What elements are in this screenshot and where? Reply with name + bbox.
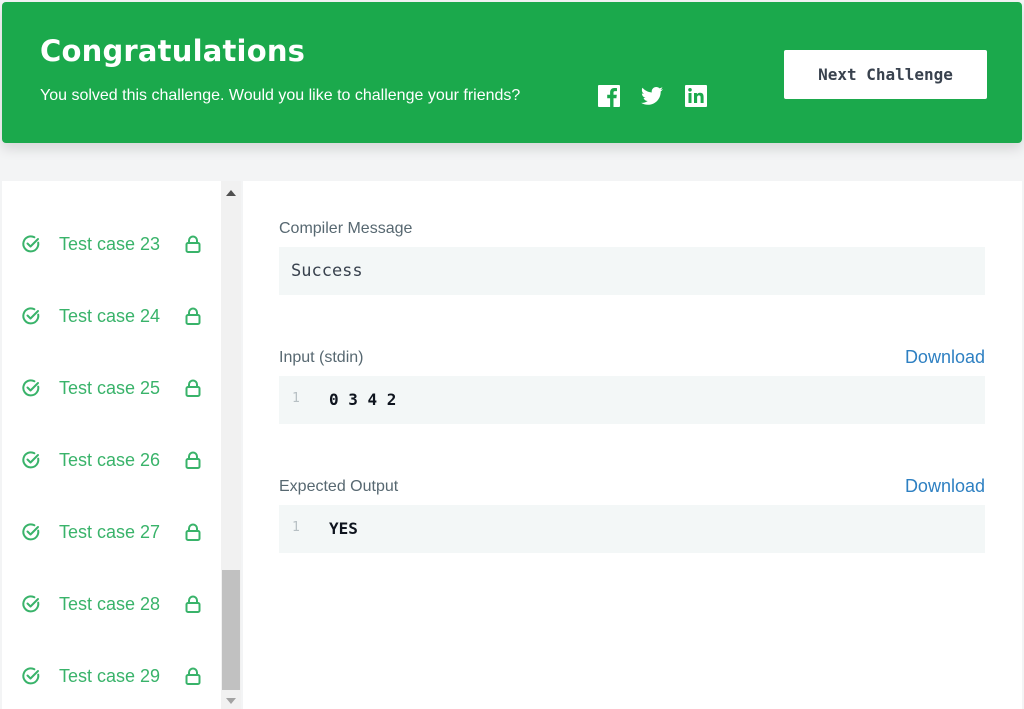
- lock-icon: [183, 378, 203, 398]
- congratulations-banner: Congratulations You solved this challeng…: [2, 2, 1022, 143]
- lock-icon: [183, 594, 203, 614]
- sidebar-scrollbar[interactable]: [221, 181, 241, 709]
- check-circle-icon: [21, 594, 41, 614]
- test-case-item[interactable]: Test case 29: [2, 656, 221, 696]
- test-case-item[interactable]: Test case 23: [2, 224, 221, 264]
- triangle-down-icon: [226, 698, 236, 704]
- expected-output-download-link[interactable]: Download: [905, 476, 985, 497]
- scroll-thumb[interactable]: [222, 570, 240, 690]
- expected-output-box: 1 YES: [279, 505, 985, 553]
- input-download-link[interactable]: Download: [905, 347, 985, 368]
- check-circle-icon: [21, 306, 41, 326]
- test-case-label: Test case 24: [59, 305, 161, 326]
- compiler-message-label: Compiler Message: [279, 220, 413, 237]
- test-case-item[interactable]: Test case 26: [2, 440, 221, 480]
- facebook-icon: [598, 85, 620, 107]
- check-circle-icon: [21, 522, 41, 542]
- scroll-down-button[interactable]: [221, 693, 241, 709]
- lock-icon: [183, 306, 203, 326]
- linkedin-icon: [685, 85, 707, 107]
- test-case-list: Test case 23 Test case 24 Test case 25 Test…: [2, 181, 221, 709]
- check-circle-icon: [21, 378, 41, 398]
- next-challenge-button[interactable]: Next Challenge: [784, 50, 987, 99]
- test-case-details: Compiler Message Success Input (stdin) D…: [243, 181, 1022, 709]
- test-case-label: Test case 26: [59, 449, 161, 470]
- test-case-item[interactable]: Test case 25: [2, 368, 221, 408]
- test-case-label: Test case 23: [59, 233, 161, 254]
- check-circle-icon: [21, 234, 41, 254]
- banner-subtitle: You solved this challenge. Would you lik…: [40, 87, 521, 104]
- test-case-label: Test case 25: [59, 377, 161, 398]
- check-circle-icon: [21, 666, 41, 686]
- test-case-item[interactable]: Test case 28: [2, 584, 221, 624]
- lock-icon: [183, 234, 203, 254]
- scroll-up-button[interactable]: [221, 185, 241, 201]
- test-case-label: Test case 27: [59, 521, 161, 542]
- test-case-item[interactable]: Test case 24: [2, 296, 221, 336]
- lock-icon: [183, 666, 203, 686]
- check-circle-icon: [21, 450, 41, 470]
- expected-output-value: YES: [329, 519, 358, 538]
- test-case-label: Test case 29: [59, 665, 161, 686]
- lock-icon: [183, 522, 203, 542]
- expected-output-label: Expected Output: [279, 478, 399, 495]
- lock-icon: [183, 450, 203, 470]
- compiler-message-box: Success: [279, 247, 985, 295]
- test-case-item[interactable]: Test case 27: [2, 512, 221, 552]
- facebook-share-button[interactable]: [597, 84, 621, 108]
- triangle-up-icon: [226, 190, 236, 196]
- input-line-number: 1: [292, 391, 300, 406]
- twitter-icon: [641, 87, 663, 105]
- twitter-share-button[interactable]: [640, 84, 664, 108]
- banner-title: Congratulations: [40, 34, 306, 68]
- test-case-label: Test case 28: [59, 593, 161, 614]
- compiler-message-value: Success: [291, 261, 363, 281]
- input-box: 1 0 3 4 2: [279, 376, 985, 424]
- input-label: Input (stdin): [279, 349, 364, 366]
- linkedin-share-button[interactable]: [684, 84, 708, 108]
- expected-output-line-number: 1: [292, 520, 300, 535]
- input-value: 0 3 4 2: [329, 390, 397, 409]
